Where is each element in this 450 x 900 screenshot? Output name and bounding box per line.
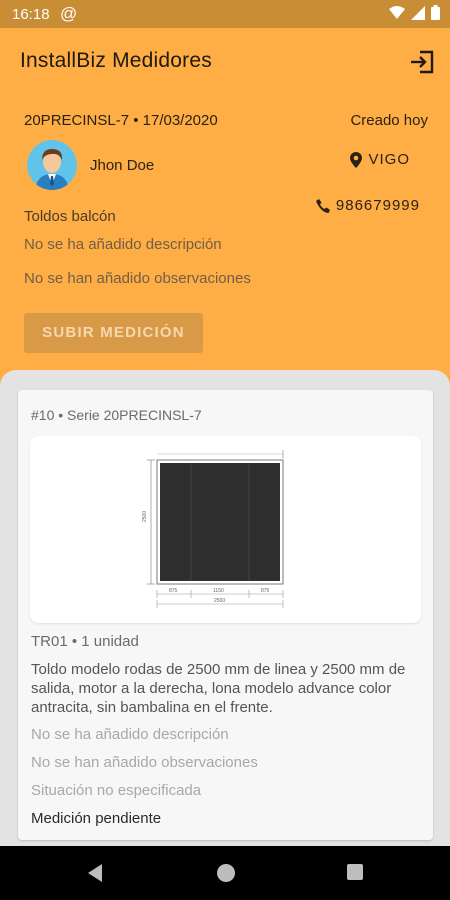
job-code-date: 20PRECINSL-7 • 17/03/2020 (24, 112, 218, 129)
card-no-observations: No se han añadido observaciones (31, 754, 258, 771)
total-width-label: 2500 (214, 598, 225, 604)
created-date: Creado hoy (350, 112, 428, 129)
height-dimension-label: 2500 (142, 511, 148, 522)
upload-measurement-button[interactable]: SUBIR MEDICIÓN (24, 313, 203, 353)
recents-icon[interactable] (346, 863, 364, 881)
card-no-description: No se ha añadido descripción (31, 726, 229, 743)
signal-icon (411, 5, 425, 20)
card-series: #10 • Serie 20PRECINSL-7 (31, 407, 202, 423)
wifi-icon (389, 5, 405, 19)
city-label: VIGO (368, 151, 410, 168)
card-status: Medición pendiente (31, 810, 162, 827)
card-details: Toldo modelo rodas de 2500 mm de linea y… (31, 661, 406, 716)
phone[interactable]: 986679999 (315, 197, 420, 214)
card-code: TR01 • 1 unidad (31, 633, 139, 650)
status-bar: 16:18 @ (0, 0, 450, 28)
product-type: Toldos balcón (24, 208, 116, 225)
battery-icon (431, 5, 440, 20)
status-time: 16:18 (12, 6, 50, 23)
city[interactable]: VIGO (350, 151, 410, 168)
measurement-card[interactable]: #10 • Serie 20PRECINSL-7 2500 875 1150 8… (18, 390, 433, 840)
app-bar: InstallBiz Medidores (0, 28, 450, 94)
job-no-observations: No se han añadido observaciones (24, 270, 251, 287)
job-no-description: No se ha añadido descripción (24, 236, 222, 253)
technical-drawing: 2500 875 1150 875 2500 (30, 436, 421, 623)
logout-icon[interactable] (408, 48, 436, 76)
back-icon[interactable] (86, 863, 104, 883)
phone-icon (315, 198, 330, 213)
location-pin-icon (350, 151, 363, 168)
avatar (27, 140, 77, 190)
phone-label: 986679999 (335, 197, 420, 214)
segment-label-3: 875 (261, 588, 270, 594)
drawing-svg: 2500 875 1150 875 2500 (142, 450, 284, 608)
at-icon: @ (60, 4, 78, 23)
app-title: InstallBiz Medidores (20, 49, 212, 72)
segment-label-2: 1150 (213, 588, 224, 594)
status-icons (389, 5, 440, 20)
card-situation: Situación no especificada (31, 782, 202, 799)
client-name: Jhon Doe (90, 157, 155, 174)
segment-label-1: 875 (169, 588, 178, 594)
navigation-bar (0, 846, 450, 900)
home-icon[interactable] (216, 863, 236, 883)
